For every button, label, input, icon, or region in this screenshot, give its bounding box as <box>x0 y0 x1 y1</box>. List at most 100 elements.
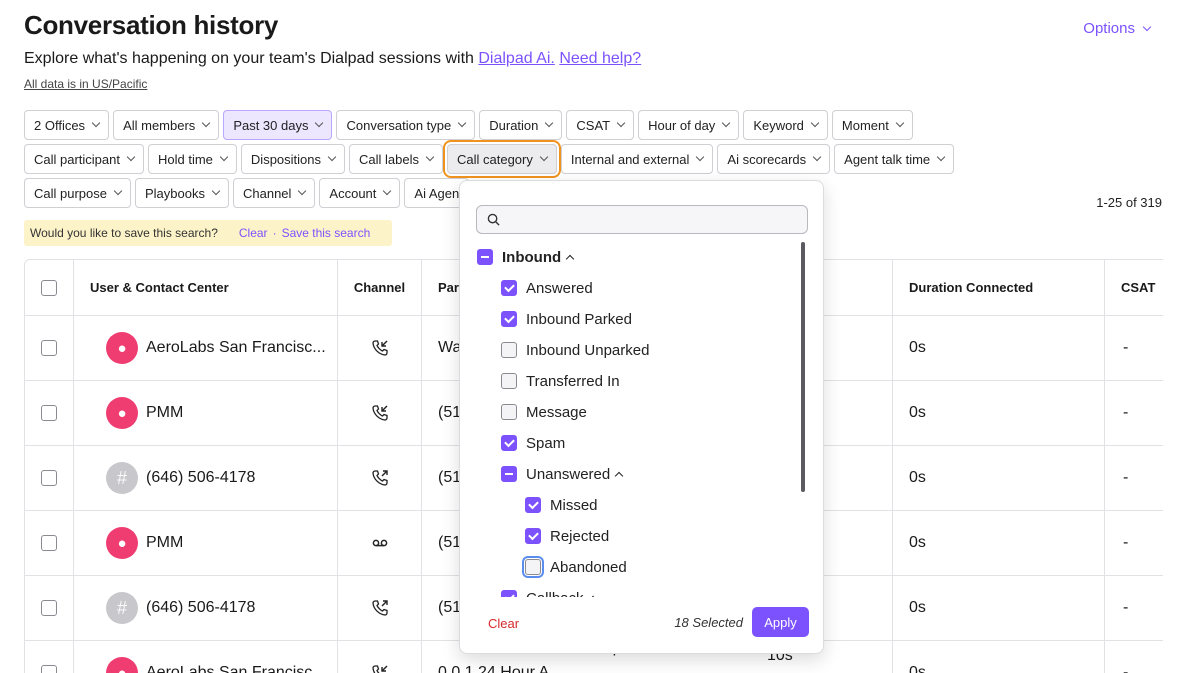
filter-playbooks[interactable]: Playbooks <box>135 178 229 208</box>
option-label: Inbound Parked <box>526 310 632 328</box>
call-category-dropdown: Inbound Answered Inbound Parked Inbound Unp… <box>459 180 824 654</box>
option-missed[interactable]: Missed <box>525 494 598 516</box>
user-name[interactable]: (646) 506-4178 <box>146 599 255 617</box>
select-all-checkbox[interactable] <box>41 279 57 296</box>
checkbox[interactable] <box>501 435 517 451</box>
option-answered[interactable]: Answered <box>501 277 593 299</box>
user-name[interactable]: AeroLabs San Francisc... <box>146 664 326 673</box>
csat-text: - <box>1123 469 1129 486</box>
duration-cell: 0s <box>893 576 1105 640</box>
chevron-up-icon[interactable] <box>614 471 624 480</box>
user-cell[interactable]: ● AeroLabs San Francisc... <box>74 641 338 673</box>
dropdown-search-input[interactable] <box>505 209 801 230</box>
option-spam[interactable]: Spam <box>501 432 565 454</box>
user-cell[interactable]: ● PMM <box>74 381 338 445</box>
clear-search-link[interactable]: Clear <box>239 226 268 240</box>
header-csat[interactable]: CSAT <box>1105 260 1163 315</box>
filter-dispositions[interactable]: Dispositions <box>240 144 346 174</box>
filter-internal-and-external[interactable]: Internal and external <box>560 144 714 174</box>
channel-cell <box>338 641 422 673</box>
user-cell[interactable]: ● PMM <box>74 511 338 575</box>
row-checkbox[interactable] <box>41 340 57 356</box>
save-search-link[interactable]: Save this search <box>282 226 371 240</box>
row-checkbox[interactable] <box>41 405 57 421</box>
filter-label: Hour of day <box>648 117 716 133</box>
checkbox[interactable] <box>525 528 541 544</box>
filter-call-category[interactable]: Call category <box>443 140 561 178</box>
dropdown-search[interactable] <box>476 205 808 234</box>
header-channel[interactable]: Channel <box>338 260 422 315</box>
checkbox[interactable] <box>501 342 517 358</box>
filter-duration[interactable]: Duration <box>479 110 563 140</box>
option-label: Message <box>526 403 587 421</box>
options-button[interactable]: Options <box>1083 20 1152 37</box>
filter-label: Call participant <box>34 151 120 167</box>
option-message[interactable]: Message <box>501 401 587 423</box>
dropdown-clear-button[interactable]: Clear <box>488 616 519 631</box>
user-cell[interactable]: # (646) 506-4178 <box>74 576 338 640</box>
chevron-up-icon[interactable] <box>565 254 575 263</box>
filter-label: CSAT <box>576 117 611 133</box>
option-transferred-in[interactable]: Transferred In <box>501 370 620 392</box>
user-name[interactable]: PMM <box>146 404 183 422</box>
filter-call-purpose[interactable]: Call purpose <box>24 178 131 208</box>
user-cell[interactable]: # (646) 506-4178 <box>74 446 338 510</box>
option-inbound-unparked[interactable]: Inbound Unparked <box>501 339 649 361</box>
filter-call-labels[interactable]: Call labels <box>349 144 443 174</box>
option-label: Callback <box>526 590 584 598</box>
csat-text: - <box>1123 339 1129 356</box>
row-checkbox[interactable] <box>41 470 57 486</box>
user-name[interactable]: (646) 506-4178 <box>146 469 255 487</box>
filter-hold-time[interactable]: Hold time <box>148 144 237 174</box>
filter-call-participant[interactable]: Call participant <box>24 144 144 174</box>
row-checkbox[interactable] <box>41 600 57 616</box>
checkbox[interactable] <box>501 311 517 327</box>
filter-ai-scorecards[interactable]: Ai scorecards <box>717 144 831 174</box>
filter-csat[interactable]: CSAT <box>566 110 635 140</box>
filter-label: All members <box>123 117 196 133</box>
option-callback[interactable]: Callback <box>501 587 597 598</box>
header-user[interactable]: User & Contact Center <box>74 260 338 315</box>
chevron-down-icon <box>936 152 946 162</box>
user-name[interactable]: AeroLabs San Francisc... <box>146 339 326 357</box>
chevron-up-icon[interactable] <box>588 595 597 597</box>
checkbox[interactable] <box>501 590 517 597</box>
filter-label: Moment <box>841 117 889 133</box>
option-inbound[interactable]: Inbound <box>477 246 575 268</box>
user-cell[interactable]: ● AeroLabs San Francisc... <box>74 316 338 380</box>
filter-keyword[interactable]: Keyword <box>743 110 828 140</box>
filter-account[interactable]: Account <box>319 178 401 208</box>
filter-all-members[interactable]: All members <box>113 110 220 140</box>
dialpad-ai-link[interactable]: Dialpad Ai. <box>478 50 555 67</box>
filter-moment[interactable]: Moment <box>831 110 913 140</box>
checkbox[interactable] <box>501 280 517 296</box>
channel-cell <box>338 446 422 510</box>
checkbox[interactable] <box>477 249 493 265</box>
header-duration[interactable]: Duration Connected <box>893 260 1105 315</box>
checkbox[interactable] <box>501 404 517 420</box>
filter-agent-talk-time[interactable]: Agent talk time <box>834 144 955 174</box>
duration-text: 0s <box>909 599 926 616</box>
avatar: ● <box>106 397 138 429</box>
dropdown-scrollbar[interactable] <box>801 242 805 492</box>
row-checkbox[interactable] <box>41 665 57 673</box>
checkbox[interactable] <box>501 373 517 389</box>
option-abandoned[interactable]: Abandoned <box>522 556 627 578</box>
checkbox[interactable] <box>525 497 541 513</box>
option-rejected[interactable]: Rejected <box>525 525 609 547</box>
filter-2-offices[interactable]: 2 Offices <box>24 110 110 140</box>
checkbox[interactable] <box>522 556 544 578</box>
option-unanswered[interactable]: Unanswered <box>501 463 624 485</box>
filter-channel[interactable]: Channel <box>232 178 316 208</box>
need-help-link[interactable]: Need help? <box>559 50 641 67</box>
option-inbound-parked[interactable]: Inbound Parked <box>501 308 632 330</box>
apply-button[interactable]: Apply <box>752 607 809 637</box>
filter-conversation-type[interactable]: Conversation type <box>336 110 476 140</box>
filter-past-30-days[interactable]: Past 30 days <box>223 110 333 140</box>
user-name[interactable]: PMM <box>146 534 183 552</box>
filter-hour-of-day[interactable]: Hour of day <box>638 110 740 140</box>
row-checkbox[interactable] <box>41 535 57 551</box>
voicemail-icon <box>372 539 387 547</box>
checkbox[interactable] <box>501 466 517 482</box>
timezone-note[interactable]: All data is in US/Pacific <box>24 77 147 91</box>
